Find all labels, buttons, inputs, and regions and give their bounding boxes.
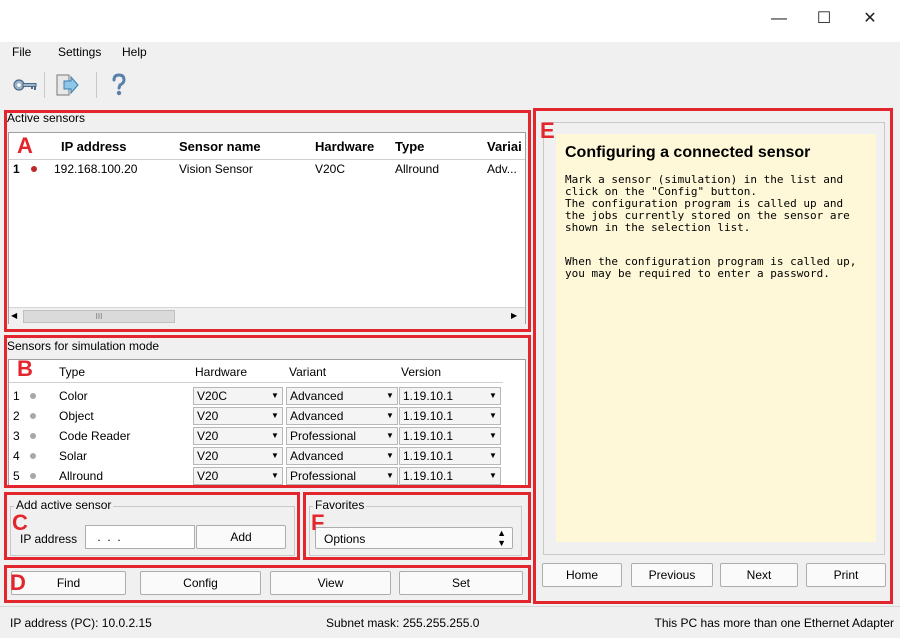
callout-marker-e: E bbox=[540, 118, 555, 143]
menu-help[interactable]: Help bbox=[122, 45, 147, 59]
callout-box-c bbox=[4, 492, 300, 560]
help-icon[interactable] bbox=[106, 72, 132, 98]
callout-box-a bbox=[4, 110, 531, 332]
callout-box-d bbox=[4, 565, 531, 603]
callout-box-b bbox=[4, 335, 531, 488]
toolbar-separator bbox=[44, 72, 45, 98]
minimize-button[interactable]: — bbox=[756, 0, 802, 38]
callout-marker-c: C bbox=[12, 510, 28, 535]
close-button[interactable]: ✕ bbox=[847, 0, 893, 38]
exit-icon[interactable] bbox=[54, 72, 80, 98]
menu-settings[interactable]: Settings bbox=[58, 45, 101, 59]
menu-bar: File Settings Help bbox=[0, 42, 900, 62]
callout-marker-f: F bbox=[311, 510, 325, 535]
key-icon[interactable] bbox=[12, 72, 38, 98]
status-ip: IP address (PC): 10.0.2.15 bbox=[10, 616, 152, 630]
menu-file[interactable]: File bbox=[12, 45, 31, 59]
toolbar-separator bbox=[96, 72, 97, 98]
title-bar: — ☐ ✕ bbox=[0, 0, 900, 38]
callout-marker-d: D bbox=[10, 570, 26, 595]
toolbar bbox=[0, 62, 900, 106]
status-bar: IP address (PC): 10.0.2.15 Subnet mask: … bbox=[0, 606, 900, 638]
callout-marker-b: B bbox=[17, 356, 33, 381]
callout-marker-a: A bbox=[17, 133, 33, 158]
maximize-button[interactable]: ☐ bbox=[801, 0, 847, 38]
callout-box-f bbox=[303, 492, 531, 560]
callout-box-e bbox=[533, 108, 893, 604]
status-note: This PC has more than one Ethernet Adapt… bbox=[654, 616, 894, 630]
status-subnet: Subnet mask: 255.255.255.0 bbox=[326, 616, 480, 630]
